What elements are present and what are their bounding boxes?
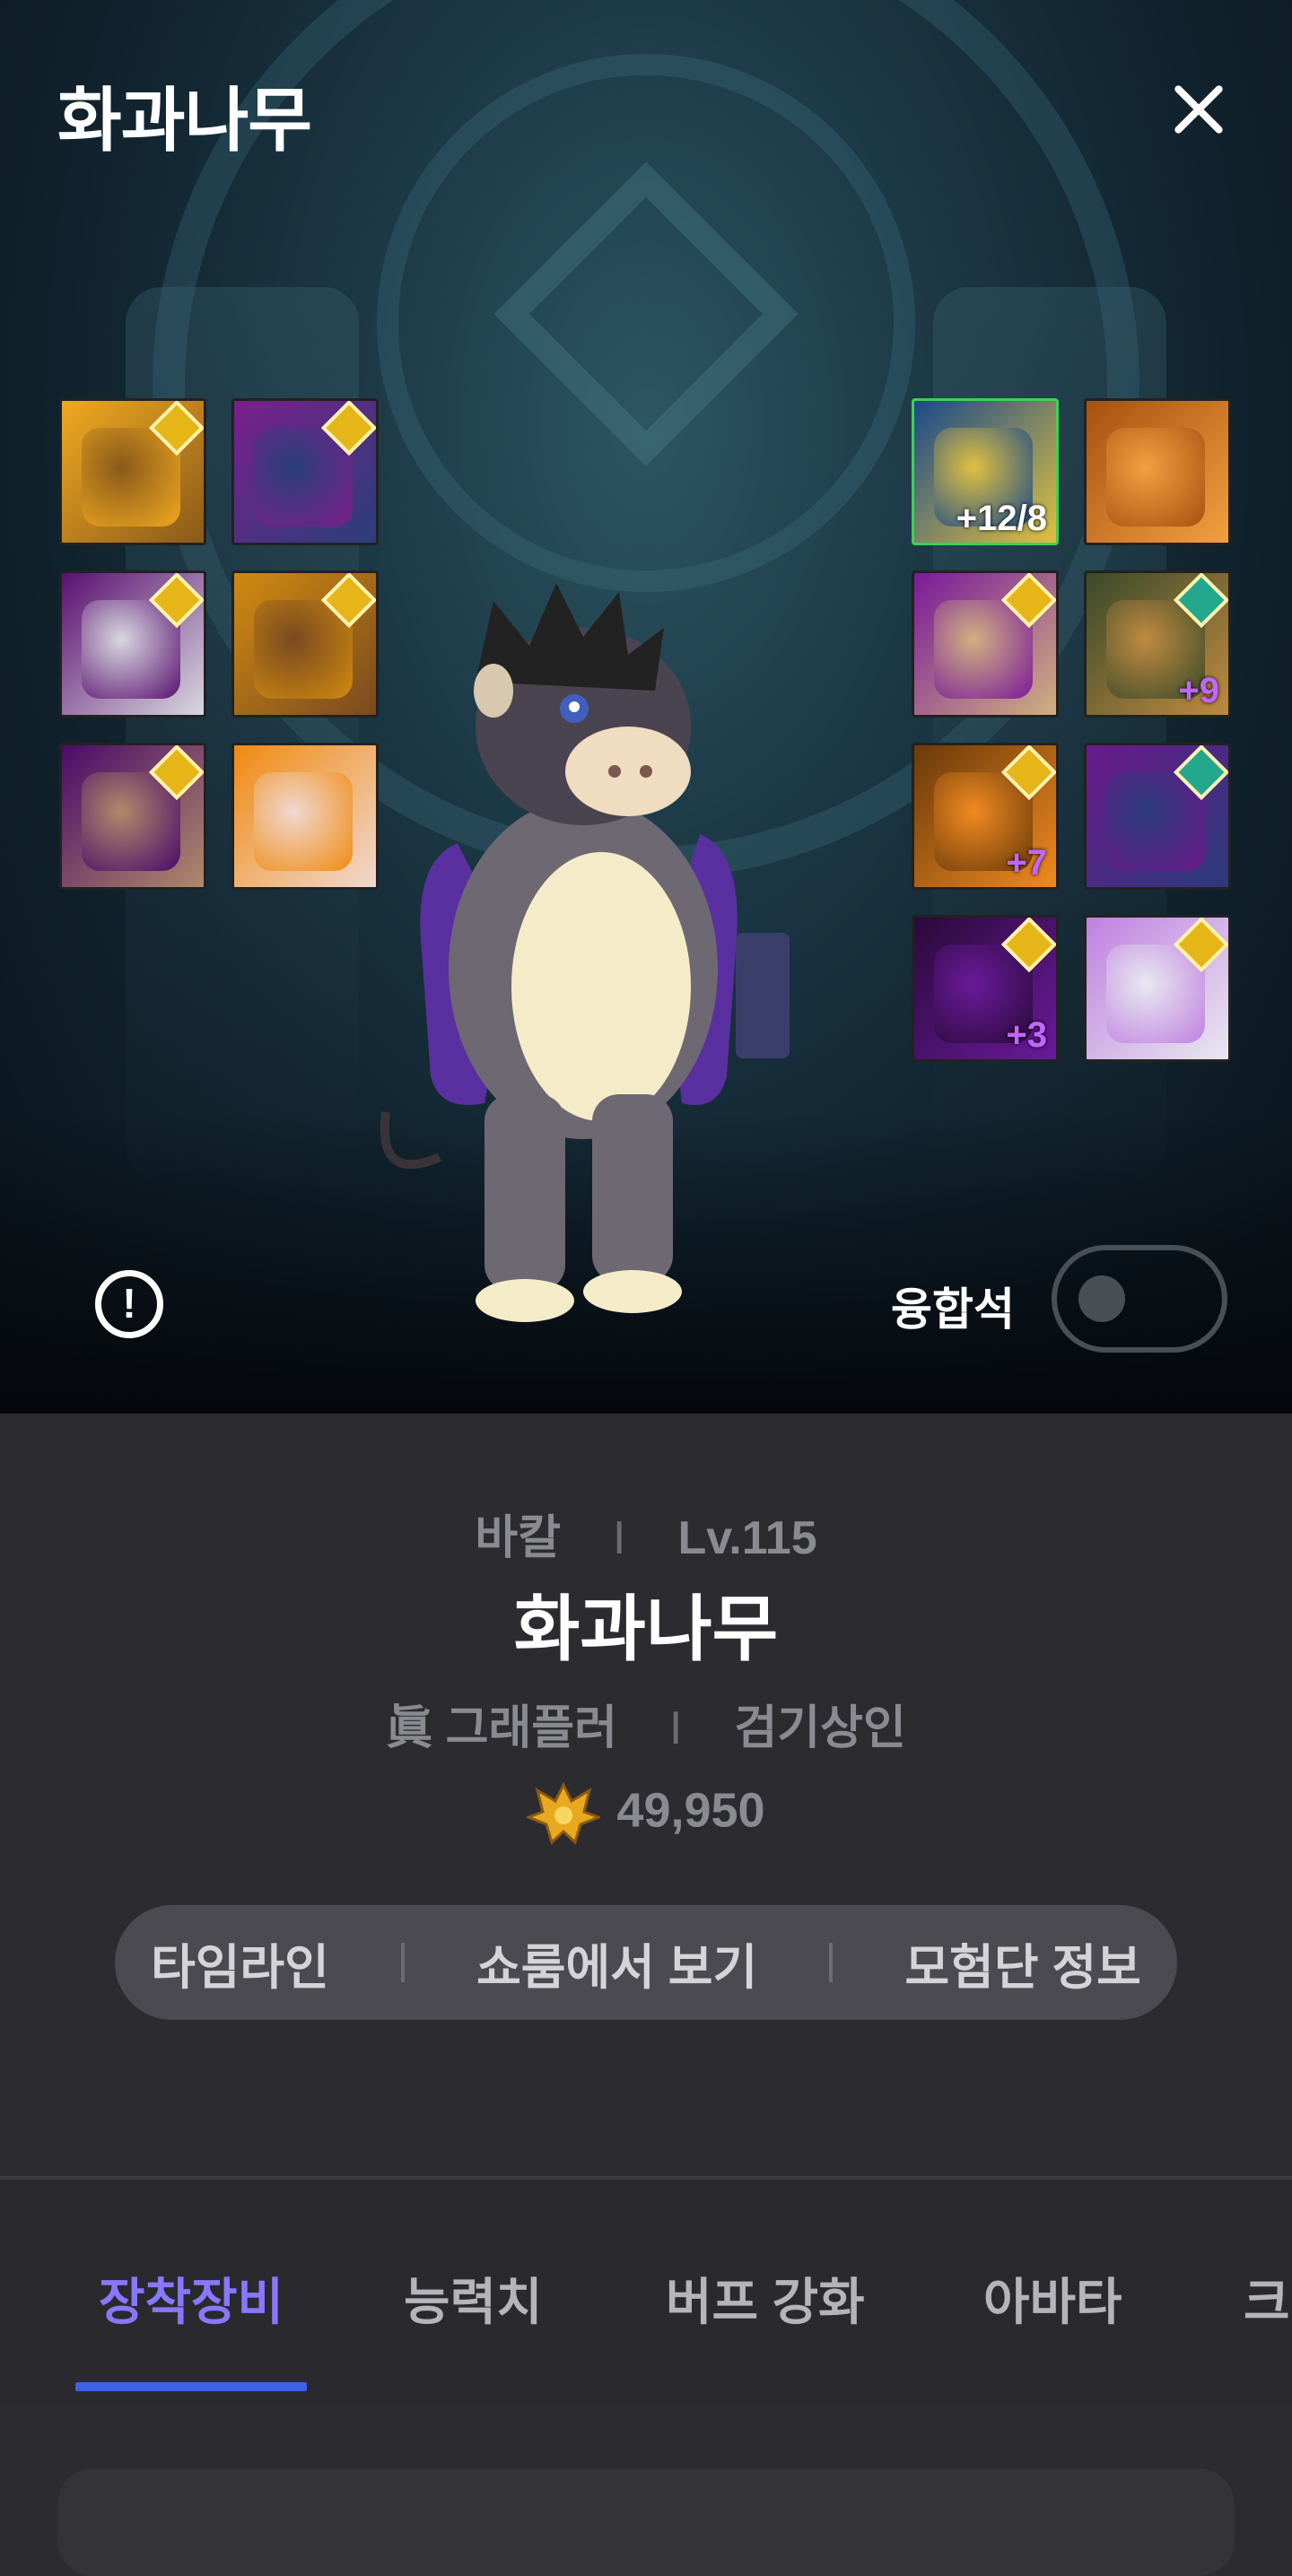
guild-name[interactable]: 검기상인	[734, 1702, 905, 1754]
active-tab-indicator	[75, 2382, 307, 2391]
reinforce-level: +7	[1006, 843, 1047, 883]
content-card	[57, 2468, 1235, 2576]
slot-right-6[interactable]	[1084, 743, 1231, 890]
reinforce-level: +9	[1178, 671, 1219, 710]
tab-avatar[interactable]: 아바타	[983, 2262, 1122, 2335]
tab-bar: 장착장비 능력치 버프 강화 아바타 크	[0, 2180, 1292, 2404]
character-level: Lv.115	[677, 1512, 817, 1564]
slot-right-7[interactable]: +3	[912, 915, 1059, 1062]
timeline-link[interactable]: 타임라인	[151, 1928, 329, 1998]
fame-value: 49,950	[616, 1783, 765, 1838]
server-level-line: 바칼 I Lv.115	[0, 1500, 1292, 1567]
character-class: 眞 그래플러	[386, 1702, 617, 1754]
slot-right-4[interactable]: +9	[1084, 570, 1231, 718]
slot-left-6[interactable]	[231, 743, 379, 890]
slot-right-3[interactable]	[912, 570, 1059, 718]
link-divider	[400, 1943, 405, 1982]
separator: I	[668, 1702, 683, 1754]
profile-links: 타임라인 쇼룸에서 보기 모험단 정보	[115, 1905, 1177, 2020]
slot-left-3[interactable]	[59, 570, 206, 718]
reinforce-level: +3	[1006, 1015, 1047, 1055]
character-name: 화과나무	[513, 1589, 779, 1669]
showroom-link[interactable]: 쇼룸에서 보기	[476, 1928, 757, 1998]
fusion-stone-label: 융합석	[891, 1284, 1015, 1335]
class-guild-line: 眞 그래플러 I 검기상인	[0, 1690, 1292, 1757]
tab-buff[interactable]: 버프 강화	[666, 2262, 865, 2335]
toggle-knob	[1078, 1275, 1125, 1322]
slot-right-8[interactable]	[1084, 915, 1231, 1062]
slot-right-5[interactable]: +7	[912, 743, 1059, 890]
item-icon	[254, 772, 353, 871]
close-icon[interactable]	[1166, 77, 1231, 142]
fame-crown-icon	[527, 1781, 601, 1845]
slot-left-2[interactable]	[231, 398, 379, 545]
tab-equipment[interactable]: 장착장비	[99, 2262, 284, 2335]
server-name: 바칼	[475, 1512, 562, 1564]
adventure-link[interactable]: 모험단 정보	[904, 1928, 1140, 1998]
item-icon	[1106, 428, 1205, 527]
slot-left-1[interactable]	[59, 398, 206, 545]
character-sprite	[380, 583, 790, 1322]
separator: I	[613, 1512, 626, 1564]
fame-line: 49,950	[0, 1781, 1292, 1846]
page-title: 화과나무	[57, 81, 312, 160]
slot-right-2[interactable]	[1084, 398, 1231, 545]
link-divider	[829, 1943, 834, 1982]
slot-right-1[interactable]: +12/8	[912, 398, 1059, 545]
reinforce-level: +12/8	[956, 499, 1047, 538]
fusion-stone-toggle[interactable]	[1052, 1245, 1227, 1353]
info-icon[interactable]: !	[95, 1270, 163, 1338]
character-showcase: 화과나무 +12/8 +9 +7 +3 ! 융합석	[0, 0, 1292, 1414]
slot-left-5[interactable]	[59, 743, 206, 890]
tab-stats[interactable]: 능력치	[404, 2262, 543, 2335]
tab-more[interactable]: 크	[1244, 2262, 1290, 2335]
slot-left-4[interactable]	[231, 570, 379, 718]
